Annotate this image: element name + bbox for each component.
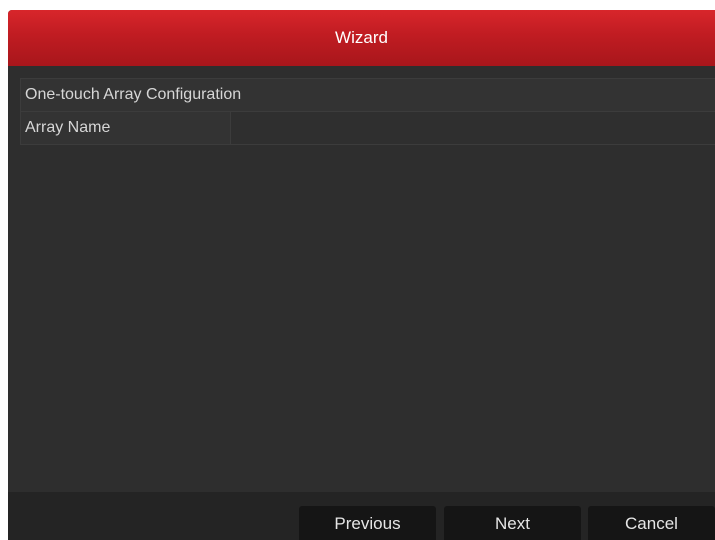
wizard-content: One-touch Array Configuration Array Name [8,66,715,492]
previous-button[interactable]: Previous [299,506,436,540]
section-header-row: One-touch Array Configuration [21,79,715,112]
title-bar: Wizard [8,10,715,66]
cancel-button[interactable]: Cancel [588,506,715,540]
array-name-field[interactable] [231,112,715,144]
array-name-row: Array Name [21,112,715,144]
window-title: Wizard [335,28,388,47]
button-bar: Previous Next Cancel [8,492,715,540]
wizard-window: Wizard One-touch Array Configuration Arr… [8,10,715,540]
array-name-label: Array Name [25,119,111,136]
config-table: One-touch Array Configuration Array Name [20,78,715,145]
next-button[interactable]: Next [444,506,581,540]
section-header: One-touch Array Configuration [25,86,242,103]
